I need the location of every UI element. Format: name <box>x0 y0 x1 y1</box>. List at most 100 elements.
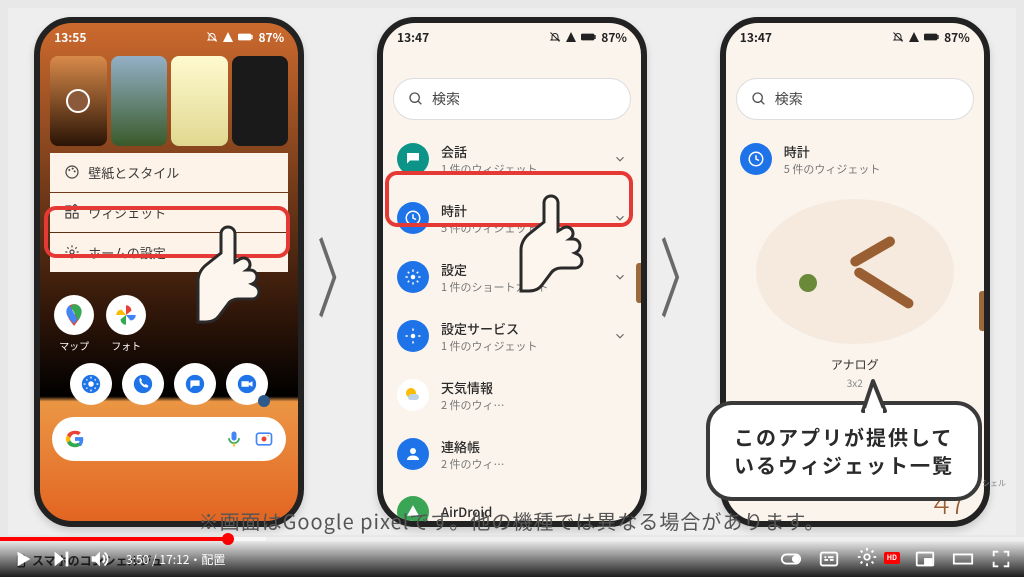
widget-search-3[interactable]: 検索 <box>736 78 974 120</box>
app-maps-label: マップ <box>59 338 89 353</box>
list-item-clock-expanded[interactable]: 時計5 件のウィジェット <box>726 130 984 189</box>
list-item-weather[interactable]: 天気情報2 件のウィ… <box>383 366 641 425</box>
phone-home-screen: 13:55 87% 壁紙とスタイル ウィジェット ホームの設定 <box>34 17 304 527</box>
message-icon <box>184 373 206 395</box>
clock-icon <box>404 209 422 227</box>
chevron-down-icon <box>613 152 627 166</box>
phone-widget-list: 13:47 87% 検索 会話1 件のウィジェット 時計5 件のウィジェット 設… <box>377 17 647 527</box>
scroll-thumb-3[interactable] <box>979 291 984 331</box>
dock-messages[interactable] <box>174 363 216 405</box>
list-item-conversation[interactable]: 会話1 件のウィジェット <box>383 130 641 189</box>
speech-tail-icon <box>855 377 891 413</box>
phone-icon <box>132 373 154 395</box>
battery-icon <box>238 32 254 42</box>
wallpaper-thumb-2[interactable] <box>111 56 168 146</box>
subtitles-button[interactable] <box>818 548 840 570</box>
signal-icon <box>908 31 920 43</box>
chevron-down-icon <box>613 211 627 225</box>
palette-icon <box>64 164 80 180</box>
preview-title: アナログ <box>726 356 984 373</box>
hd-badge: HD <box>884 552 900 564</box>
signal-icon <box>565 31 577 43</box>
miniplayer-button[interactable] <box>914 548 936 570</box>
lens-icon[interactable] <box>254 429 274 449</box>
play-button[interactable] <box>12 548 34 570</box>
list-item-clock[interactable]: 時計5 件のウィジェット <box>383 189 641 248</box>
app-photos-label: フォト <box>111 338 141 353</box>
gear-icon <box>64 244 80 260</box>
status-bar: 13:55 87% <box>40 23 298 50</box>
bell-off-icon <box>206 31 218 43</box>
chevron-down-icon <box>613 270 627 284</box>
settings-button[interactable] <box>856 546 878 568</box>
bell-off-icon <box>549 31 561 43</box>
widget-search[interactable]: 検索 <box>393 78 631 120</box>
clock-minute-hand <box>852 266 915 311</box>
search-placeholder-3: 検索 <box>775 89 803 109</box>
dock-settings[interactable] <box>70 363 112 405</box>
chat-icon <box>404 150 422 168</box>
search-icon <box>408 91 424 107</box>
video-icon <box>236 373 258 395</box>
person-icon <box>404 445 422 463</box>
app-photos[interactable]: フォト <box>106 295 146 353</box>
photos-icon <box>113 302 139 328</box>
arrow-right-1: 〉 <box>317 209 365 335</box>
list-item-contacts[interactable]: 連絡帳2 件のウィ… <box>383 425 641 484</box>
status-time-3: 13:47 <box>740 29 772 46</box>
menu-home-settings[interactable]: ホームの設定 <box>50 233 288 272</box>
speech-bubble: このアプリが提供して いるウィジェット一覧 <box>706 401 982 501</box>
signal-icon <box>222 31 234 43</box>
widgets-icon <box>64 204 80 220</box>
battery-icon <box>924 32 940 42</box>
app-maps[interactable]: マップ <box>54 295 94 353</box>
battery-percent: 87% <box>258 29 284 46</box>
theater-button[interactable] <box>952 548 974 570</box>
google-g-icon <box>64 428 86 450</box>
scroll-thumb[interactable] <box>636 263 641 303</box>
wallpaper-thumb-1[interactable] <box>50 56 107 146</box>
status-bar-3: 13:47 87% <box>726 23 984 50</box>
clock-hour-hand <box>848 235 896 269</box>
battery-icon <box>581 32 597 42</box>
caption-text: ※画面はGoogle pixelです。他の機種では異なる場合があります。 <box>199 506 826 535</box>
volume-button[interactable] <box>88 548 110 570</box>
gear-blue-icon <box>80 373 102 395</box>
analog-clock-widget-preview[interactable] <box>756 199 954 344</box>
list-item-settings-service[interactable]: 設定サービス1 件のウィジェット <box>383 307 641 366</box>
wallpaper-row <box>40 50 298 152</box>
status-bar-2: 13:47 87% <box>383 23 641 50</box>
dock-phone[interactable] <box>122 363 164 405</box>
search-placeholder: 検索 <box>432 89 460 109</box>
gear-icon <box>404 268 422 286</box>
google-search-bar[interactable] <box>52 417 286 461</box>
clock-icon <box>747 150 765 168</box>
gear-icon <box>404 327 422 345</box>
status-time-2: 13:47 <box>397 29 429 46</box>
menu-home-label: ホームの設定 <box>88 243 166 262</box>
autoplay-toggle[interactable] <box>780 548 802 570</box>
dock <box>40 355 298 411</box>
bell-off-icon <box>892 31 904 43</box>
maps-icon <box>61 302 87 328</box>
speech-line-1: このアプリが提供して <box>734 423 954 451</box>
mic-icon[interactable] <box>224 429 244 449</box>
dock-meet[interactable] <box>226 363 268 405</box>
wallpaper-thumb-4[interactable] <box>232 56 289 146</box>
menu-widget[interactable]: ウィジェット <box>50 193 288 232</box>
menu-wallpaper-style[interactable]: 壁紙とスタイル <box>50 153 288 192</box>
arrow-right-2: 〉 <box>659 209 707 335</box>
battery-percent-3: 87% <box>944 29 970 46</box>
menu-wallpaper-label: 壁紙とスタイル <box>88 163 179 182</box>
next-button[interactable] <box>50 548 72 570</box>
wallpaper-thumb-3[interactable] <box>171 56 228 146</box>
battery-percent-2: 87% <box>601 29 627 46</box>
video-time: 3:50 / 17:12・配置 <box>126 551 225 568</box>
fullscreen-button[interactable] <box>990 548 1012 570</box>
list-item-settings[interactable]: 設定1 件のショートカット <box>383 248 641 307</box>
status-time: 13:55 <box>54 29 86 46</box>
apps-row: マップ フォト <box>40 273 298 355</box>
clock-seconds-dot <box>799 274 817 292</box>
menu-widget-label: ウィジェット <box>88 203 166 222</box>
speech-line-2: いるウィジェット一覧 <box>734 451 954 479</box>
